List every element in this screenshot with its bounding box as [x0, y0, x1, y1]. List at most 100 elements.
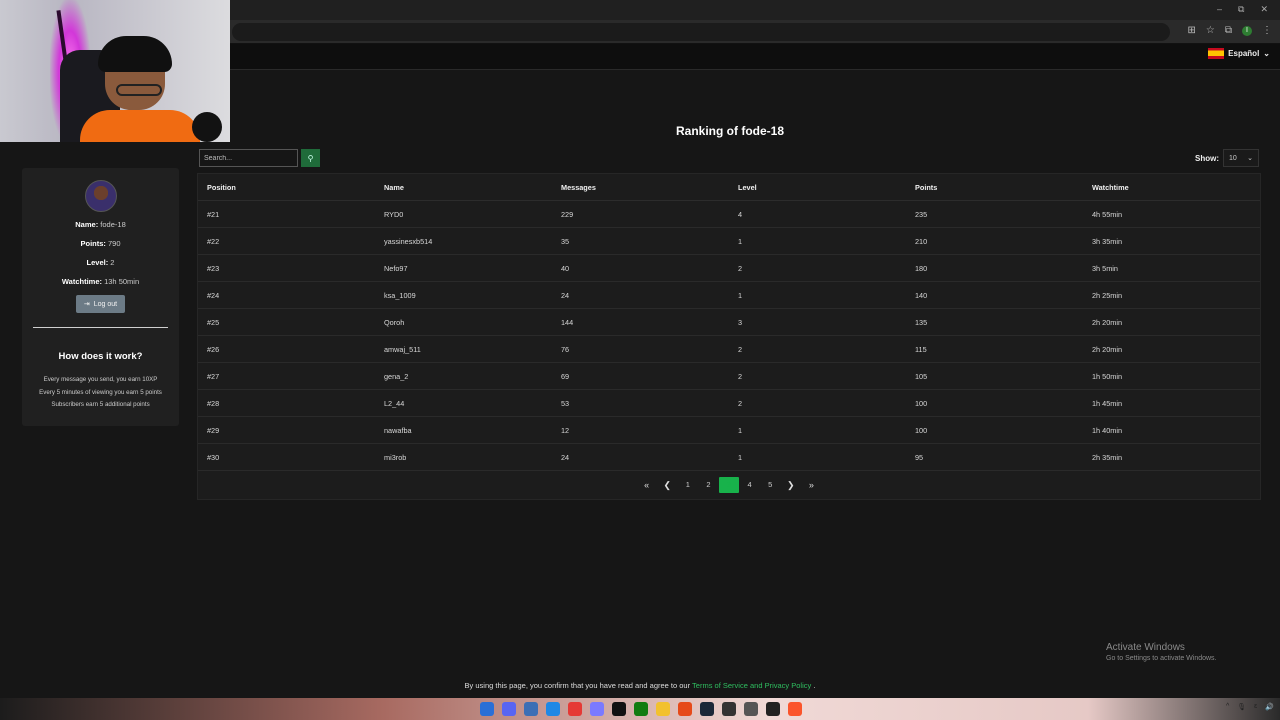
- column-header[interactable]: Watchtime: [1083, 183, 1260, 192]
- star-icon[interactable]: ☆: [1206, 25, 1215, 36]
- user-profile-card: Name: fode-18 Points: 790 Level: 2 Watch…: [22, 168, 179, 426]
- tiktok-icon[interactable]: [612, 702, 626, 716]
- input-language-icon[interactable]: ε: [1254, 703, 1257, 711]
- level-label: Level:: [86, 258, 109, 267]
- table-cell: 140: [915, 290, 928, 300]
- page-size-value: 10: [1229, 154, 1237, 162]
- webcam-overlay: [0, 0, 230, 142]
- url-field[interactable]: [232, 23, 1170, 41]
- footer-text: By using this page, you confirm that you…: [464, 681, 691, 690]
- minimize-button[interactable]: –: [1217, 4, 1222, 15]
- search-icon: ⚲: [307, 153, 314, 163]
- table-cell: 2h 25min: [1092, 290, 1123, 300]
- close-button[interactable]: ✕: [1260, 4, 1268, 15]
- column-header[interactable]: Messages: [552, 183, 729, 192]
- table-cell: 144: [561, 317, 574, 327]
- terms-link[interactable]: Terms of Service and Privacy Policy: [692, 681, 811, 690]
- page-button[interactable]: 5: [760, 477, 781, 493]
- pagination: « ❮ 1 2 3 4 5 ❯ »: [198, 477, 1260, 493]
- table-cell: #30: [207, 452, 220, 462]
- steam-icon[interactable]: [700, 702, 714, 716]
- prev-page-button[interactable]: ❮: [657, 477, 678, 493]
- app-icon[interactable]: [722, 702, 736, 716]
- logout-button[interactable]: ⇥ Log out: [75, 295, 126, 313]
- logout-icon: ⇥: [83, 301, 90, 308]
- app-icon[interactable]: [744, 702, 758, 716]
- discord-icon[interactable]: [502, 702, 516, 716]
- volume-icon[interactable]: 🔊: [1265, 703, 1274, 711]
- avatar: [84, 180, 117, 212]
- taskbar-apps: [480, 702, 802, 716]
- footer-suffix: .: [813, 681, 816, 690]
- table-cell: 76: [561, 344, 570, 354]
- app-icon[interactable]: [590, 702, 604, 716]
- table-cell: 105: [915, 371, 928, 381]
- column-header[interactable]: Position: [198, 183, 375, 192]
- language-selector[interactable]: Español ⌄: [1208, 48, 1270, 59]
- translate-icon[interactable]: ⊞: [1188, 25, 1196, 36]
- table-cell: 235: [915, 209, 928, 219]
- table-cell: 2: [738, 344, 743, 354]
- table-cell: 210: [915, 236, 928, 246]
- table-cell: Qoroh: [384, 317, 405, 327]
- search-input[interactable]: [199, 149, 298, 167]
- how-line: Subscribers earn 5 additional points: [51, 401, 150, 408]
- table-cell: RYD0: [384, 209, 404, 219]
- ranking-table: Position Name Messages Level Points Watc…: [197, 173, 1261, 500]
- brave-icon[interactable]: [788, 702, 802, 716]
- system-tray: ^ 🎙 ε 🔊: [1226, 703, 1274, 711]
- table-cell: #22: [207, 236, 220, 246]
- profile-watchtime: Watchtime: 13h 50min: [22, 277, 179, 286]
- streamer-hair: [98, 36, 172, 72]
- table-cell: amwaj_511: [384, 344, 421, 354]
- profile-name: Name: fode-18: [22, 220, 179, 229]
- table-cell: 2h 35min: [1092, 452, 1123, 462]
- page-button-active[interactable]: 3: [718, 477, 740, 493]
- calendar-icon[interactable]: [524, 702, 538, 716]
- table-header: Position Name Messages Level Points Watc…: [198, 174, 1260, 201]
- extensions-icon[interactable]: ⧉: [1225, 25, 1232, 36]
- column-header[interactable]: Level: [729, 183, 906, 192]
- watermark-subtitle: Go to Settings to activate Windows.: [1106, 655, 1217, 662]
- table-cell: 180: [915, 263, 928, 273]
- points-label: Points:: [80, 239, 106, 248]
- column-header[interactable]: Points: [906, 183, 1083, 192]
- table-cell: nawafba: [384, 425, 412, 435]
- table-cell: #28: [207, 398, 220, 408]
- obs-icon[interactable]: [766, 702, 780, 716]
- microphone-icon[interactable]: 🎙: [1237, 703, 1246, 711]
- table-row: #28 L2_44 53 2 100 1h 45min: [198, 390, 1260, 417]
- table-cell: 2: [738, 398, 743, 408]
- start-icon[interactable]: [480, 702, 494, 716]
- profile-level: Level: 2: [22, 258, 179, 267]
- app-icon[interactable]: [678, 702, 692, 716]
- page-size-select[interactable]: 10 ⌄: [1223, 149, 1259, 167]
- table-cell: 12: [561, 425, 570, 435]
- tray-chevron-icon[interactable]: ^: [1226, 703, 1229, 711]
- xbox-icon[interactable]: [634, 702, 648, 716]
- search-button[interactable]: ⚲: [301, 149, 320, 167]
- table-cell: 1: [738, 290, 743, 300]
- table-row: #27 gena_2 69 2 105 1h 50min: [198, 363, 1260, 390]
- profile-icon[interactable]: I: [1242, 25, 1252, 36]
- page-button[interactable]: 1: [678, 477, 699, 493]
- last-page-button[interactable]: »: [801, 477, 822, 493]
- page-button[interactable]: 2: [698, 477, 719, 493]
- page-button[interactable]: 4: [739, 477, 760, 493]
- table-cell: 2: [738, 371, 743, 381]
- table-cell: #25: [207, 317, 220, 327]
- maximize-button[interactable]: ⧉: [1238, 4, 1244, 15]
- chrome-icon[interactable]: [568, 702, 582, 716]
- first-page-button[interactable]: «: [636, 477, 657, 493]
- edge-icon[interactable]: [546, 702, 560, 716]
- next-page-button[interactable]: ❯: [780, 477, 801, 493]
- sidebar-divider: [33, 327, 168, 328]
- level-value: 2: [110, 258, 115, 267]
- files-icon[interactable]: [656, 702, 670, 716]
- menu-icon[interactable]: ⋮: [1262, 25, 1272, 36]
- table-cell: 53: [561, 398, 570, 408]
- column-header[interactable]: Name: [375, 183, 552, 192]
- table-cell: 1h 40min: [1092, 425, 1123, 435]
- windows-activation-watermark: Activate Windows Go to Settings to activ…: [1106, 642, 1217, 662]
- table-cell: #24: [207, 290, 220, 300]
